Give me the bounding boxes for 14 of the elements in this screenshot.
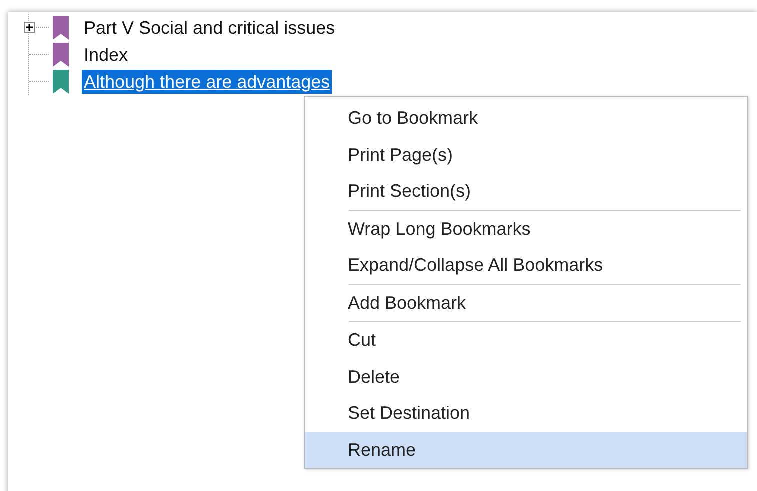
- menu-item[interactable]: Rename: [305, 432, 747, 468]
- bookmark-item[interactable]: Although there are advantages: [82, 70, 332, 94]
- menu-item[interactable]: Set Destination: [305, 395, 747, 432]
- menu-item[interactable]: Wrap Long Bookmarks: [305, 210, 747, 247]
- bookmark-item[interactable]: Part V Social and critical issues: [82, 16, 338, 40]
- menu-item[interactable]: Expand/Collapse All Bookmarks: [305, 247, 747, 284]
- menu-item[interactable]: Add Bookmark: [305, 284, 747, 321]
- menu-item[interactable]: Print Section(s): [305, 173, 747, 210]
- menu-item[interactable]: Cut: [305, 322, 747, 358]
- bookmark-item[interactable]: Index: [82, 42, 130, 66]
- menu-item[interactable]: Print Page(s): [305, 136, 747, 173]
- menu-item[interactable]: Go to Bookmark: [305, 100, 747, 136]
- expand-toggle-icon[interactable]: [24, 22, 35, 33]
- menu-item[interactable]: Delete: [305, 358, 747, 395]
